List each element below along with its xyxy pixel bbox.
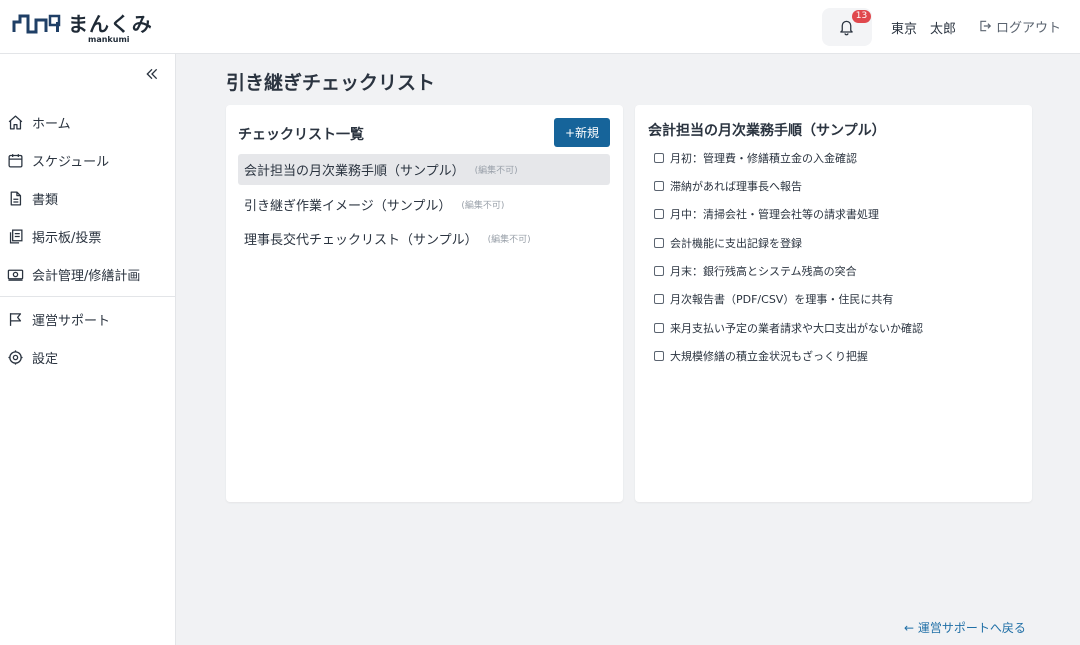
checklist-item-label: 会計機能に支出記録を登録 [670, 237, 802, 250]
checklist-list-card: チェックリスト一覧 +新規 会計担当の月次業務手順（サンプル） (編集不可) 引… [226, 105, 623, 502]
double-chevron-left-icon [146, 68, 158, 80]
checklist-list-item[interactable]: 引き継ぎ作業イメージ（サンプル） (編集不可) [238, 189, 610, 220]
checkbox[interactable] [654, 351, 664, 361]
checkbox[interactable] [654, 209, 664, 219]
sidebar-collapse-button[interactable] [144, 66, 162, 84]
checkbox[interactable] [654, 181, 664, 191]
logout-label: ログアウト [996, 20, 1062, 36]
checklist-item[interactable]: 大規模修繕の積立金状況もざっくり把握 [654, 348, 868, 364]
sidebar: ホーム スケジュール 書類 掲示板/投票 会計管理/修繕計画 運営サポート 設定 [0, 54, 176, 645]
sidebar-item-label: ホーム [32, 116, 71, 132]
checklist-name: 引き継ぎ作業イメージ（サンプル） [244, 199, 452, 214]
checkbox[interactable] [654, 153, 664, 163]
checklist-name: 理事長交代チェックリスト（サンプル） [244, 233, 478, 248]
home-icon [8, 114, 23, 130]
readonly-tag: (編集不可) [461, 201, 505, 211]
checklist-detail-card: 会計担当の月次業務手順（サンプル） 月初：管理費・修繕積立金の入金確認 滞納があ… [635, 105, 1032, 502]
readonly-tag: (編集不可) [487, 235, 531, 245]
page-title: 引き継ぎチェックリスト [226, 72, 436, 94]
checklist-item[interactable]: 会計機能に支出記録を登録 [654, 235, 802, 251]
sidebar-item-label: 掲示板/投票 [32, 230, 102, 246]
checklist-item[interactable]: 月初：管理費・修繕積立金の入金確認 [654, 150, 857, 166]
sidebar-item-support[interactable]: 運営サポート [0, 301, 176, 337]
money-icon [7, 269, 24, 281]
checklist-item[interactable]: 月末：銀行残高とシステム残高の突合 [654, 263, 857, 279]
checklist-item-label: 月次報告書（PDF/CSV）を理事・住民に共有 [670, 293, 894, 306]
user-name: 東京 太郎 [891, 22, 957, 37]
notification-button[interactable]: 13 [822, 8, 872, 46]
checkbox[interactable] [654, 294, 664, 304]
checklist-item[interactable]: 来月支払い予定の業者請求や大口支出がないか確認 [654, 320, 923, 336]
sidebar-item-label: 会計管理/修繕計画 [32, 268, 141, 284]
checklist-item-label: 滞納があれば理事長へ報告 [670, 180, 802, 193]
board-icon [9, 228, 23, 244]
checklist-item-label: 月中：清掃会社・管理会社等の請求書処理 [670, 208, 879, 221]
checklist-list-item[interactable]: 理事長交代チェックリスト（サンプル） (編集不可) [238, 223, 610, 254]
checklist-item-label: 来月支払い予定の業者請求や大口支出がないか確認 [670, 322, 923, 335]
checklist-list-item[interactable]: 会計担当の月次業務手順（サンプル） (編集不可) [238, 154, 610, 185]
logout-icon [980, 20, 992, 32]
logout-button[interactable]: ログアウト [978, 16, 1061, 36]
logo-mark-icon [12, 14, 61, 34]
sidebar-divider [0, 296, 176, 297]
logo-text: まんくみ [68, 12, 153, 36]
checkbox[interactable] [654, 266, 664, 276]
detail-heading: 会計担当の月次業務手順（サンプル） [648, 123, 886, 139]
sidebar-item-accounting[interactable]: 会計管理/修繕計画 [0, 256, 176, 292]
new-checklist-button[interactable]: +新規 [554, 118, 610, 147]
checklist-item[interactable]: 滞納があれば理事長へ報告 [654, 178, 802, 194]
checklist-item-label: 大規模修繕の積立金状況もざっくり把握 [670, 350, 868, 363]
checklist-name: 会計担当の月次業務手順（サンプル） [244, 164, 465, 179]
gear-icon [8, 349, 23, 365]
document-icon [10, 190, 22, 206]
logo-subtext: mankumi [88, 35, 130, 44]
sidebar-item-label: 書類 [32, 192, 59, 208]
sidebar-item-settings[interactable]: 設定 [0, 339, 176, 375]
checklist-item-label: 月末：銀行残高とシステム残高の突合 [670, 265, 857, 278]
checkbox[interactable] [654, 238, 664, 248]
checklist-item[interactable]: 月次報告書（PDF/CSV）を理事・住民に共有 [654, 291, 893, 307]
calendar-icon [8, 153, 23, 168]
checklist-item-label: 月初：管理費・修繕積立金の入金確認 [670, 152, 857, 165]
sidebar-item-label: スケジュール [32, 154, 110, 170]
sidebar-item-label: 運営サポート [32, 313, 111, 329]
checkbox[interactable] [654, 323, 664, 333]
bell-icon [840, 20, 853, 36]
sidebar-item-board[interactable]: 掲示板/投票 [0, 218, 176, 254]
app-header: まんくみ mankumi 13 東京 太郎 ログアウト [0, 0, 1080, 54]
notification-badge: 13 [852, 10, 871, 23]
list-heading: チェックリスト一覧 [238, 127, 364, 143]
flag-icon [9, 312, 22, 326]
readonly-tag: (編集不可) [474, 166, 518, 176]
checklist-item[interactable]: 月中：清掃会社・管理会社等の請求書処理 [654, 206, 879, 222]
sidebar-item-label: 設定 [32, 351, 59, 367]
sidebar-item-documents[interactable]: 書類 [0, 180, 176, 216]
sidebar-item-schedule[interactable]: スケジュール [0, 142, 176, 178]
sidebar-item-home[interactable]: ホーム [0, 104, 176, 140]
logo[interactable]: まんくみ mankumi [12, 8, 152, 48]
back-to-support-link[interactable]: ← 運営サポートへ戻る [904, 619, 1026, 636]
